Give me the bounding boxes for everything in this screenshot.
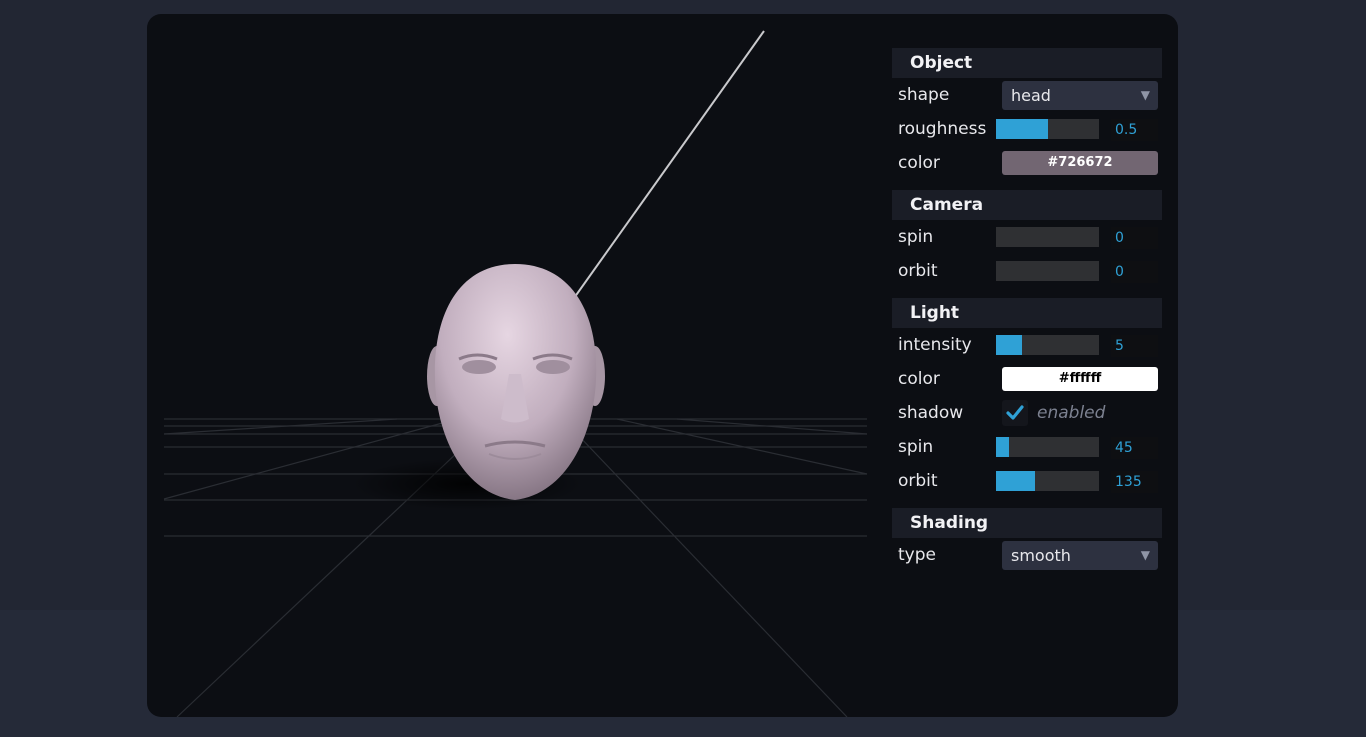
check-icon [1006,405,1024,420]
light-shadow-label: shadow [898,403,964,423]
object-roughness-label: roughness [898,119,987,139]
object-roughness-row: roughness 0.5 [892,112,1162,146]
light-spin-label: spin [898,437,934,457]
camera-orbit-label: orbit [898,261,938,281]
light-orbit-row: orbit 135 [892,464,1162,498]
object-shape-value: head [1011,86,1051,105]
light-spin-input[interactable]: 45 [1111,437,1158,459]
section-light-header[interactable]: Light [892,298,1162,328]
camera-spin-row: spin 0 [892,220,1162,254]
camera-spin-input[interactable]: 0 [1111,227,1158,249]
caret-down-icon: ▼ [1140,88,1150,102]
light-shadow-state: enabled [1037,403,1106,423]
camera-orbit-slider[interactable] [996,261,1099,281]
light-intensity-row: intensity 5 [892,328,1162,362]
light-orbit-label: orbit [898,471,938,491]
controls-panel: Object shape head ▼ roughness 0.5 color … [892,48,1162,572]
light-shadow-row: shadow enabled [892,396,1162,430]
section-object-header[interactable]: Object [892,48,1162,78]
light-intensity-label: intensity [898,335,972,355]
object-color-row: color #726672 [892,146,1162,180]
object-roughness-input[interactable]: 0.5 [1111,119,1158,141]
light-color-row: color #ffffff [892,362,1162,396]
shading-type-label: type [898,545,936,565]
light-spin-row: spin 45 [892,430,1162,464]
object-roughness-slider[interactable] [996,119,1099,139]
light-intensity-fill [996,335,1022,355]
light-intensity-slider[interactable] [996,335,1099,355]
caret-down-icon: ▼ [1140,548,1150,562]
camera-orbit-input[interactable]: 0 [1111,261,1158,283]
light-color-swatch[interactable]: #ffffff [1002,367,1158,391]
section-camera-header[interactable]: Camera [892,190,1162,220]
shading-type-select[interactable]: smooth ▼ [1002,541,1158,570]
shading-type-value: smooth [1011,546,1071,565]
object-color-label: color [898,153,940,173]
light-orbit-slider[interactable] [996,471,1099,491]
light-spin-slider[interactable] [996,437,1099,457]
object-roughness-fill [996,119,1048,139]
camera-spin-label: spin [898,227,934,247]
light-orbit-input[interactable]: 135 [1111,471,1158,493]
light-direction-line [556,30,765,323]
3d-viewer[interactable]: Object shape head ▼ roughness 0.5 color … [147,14,1178,717]
camera-spin-slider[interactable] [996,227,1099,247]
object-shape-row: shape head ▼ [892,78,1162,112]
light-shadow-checkbox[interactable] [1002,400,1028,426]
camera-orbit-row: orbit 0 [892,254,1162,288]
object-color-swatch[interactable]: #726672 [1002,151,1158,175]
light-color-label: color [898,369,940,389]
light-orbit-fill [996,471,1035,491]
shading-type-row: type smooth ▼ [892,538,1162,572]
light-intensity-input[interactable]: 5 [1111,335,1158,357]
section-shading-header[interactable]: Shading [892,508,1162,538]
light-spin-fill [996,437,1009,457]
object-shape-label: shape [898,85,950,105]
object-shape-select[interactable]: head ▼ [1002,81,1158,110]
